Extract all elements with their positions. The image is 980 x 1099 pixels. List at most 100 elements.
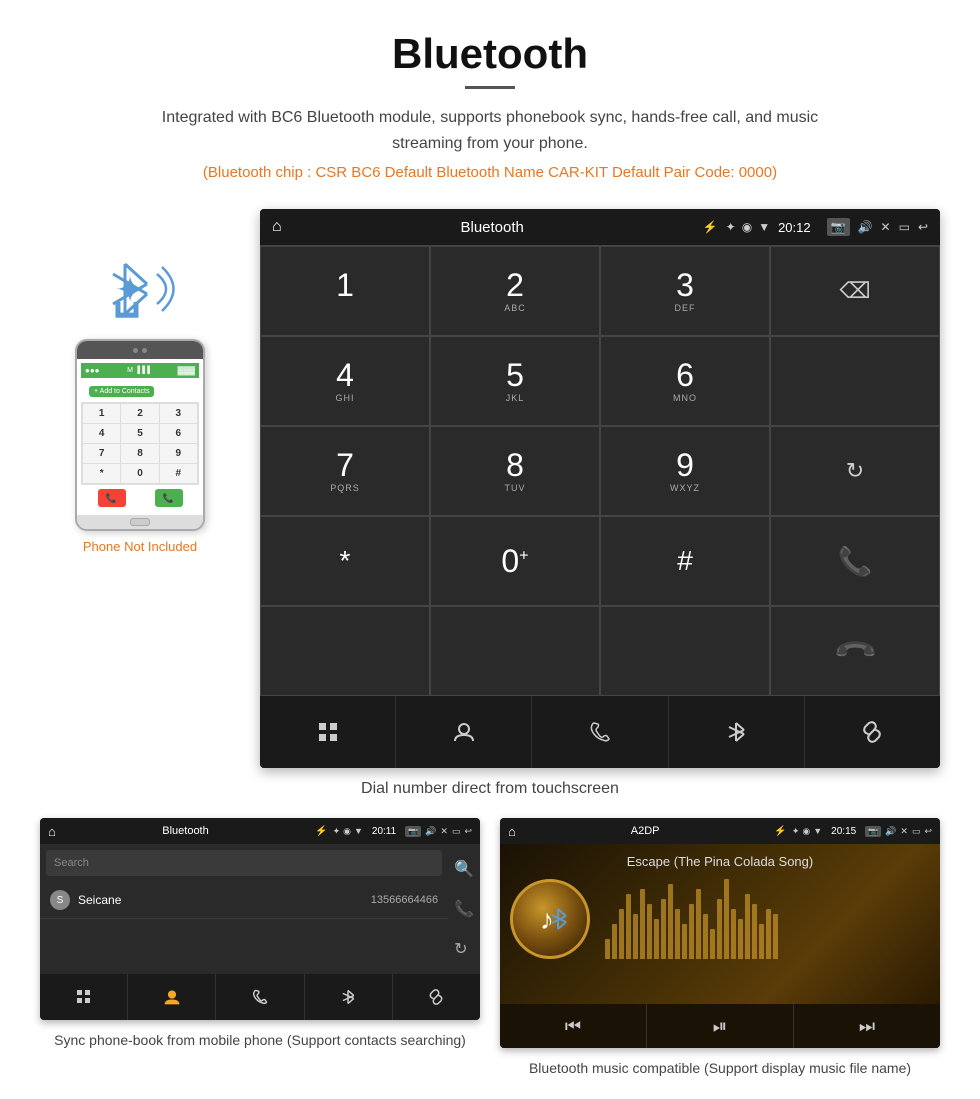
- music-content: ♪: [510, 879, 930, 959]
- bottom-row: ⌂ Bluetooth ⚡ ✦ ◉ ▼ 20:11 📷 🔊 ✕ ▭ ↩: [0, 818, 980, 1099]
- call-side-icon[interactable]: 📞: [454, 899, 474, 919]
- viz-bar: [689, 904, 694, 959]
- add-contact-button[interactable]: + Add to Contacts: [89, 386, 154, 397]
- album-art: ♪: [510, 879, 590, 959]
- prev-button[interactable]: ⏮: [500, 1004, 647, 1048]
- phone-key-7[interactable]: 7: [83, 444, 120, 463]
- left-phone-icon[interactable]: [216, 974, 304, 1020]
- search-placeholder: Search: [54, 857, 434, 869]
- left-min-icon[interactable]: ▭: [452, 826, 461, 837]
- dial-key-0[interactable]: 0+: [430, 516, 600, 606]
- dial-key-star[interactable]: *: [260, 516, 430, 606]
- dial-key-3[interactable]: 3 DEF: [600, 246, 770, 336]
- viz-bar: [738, 919, 743, 959]
- search-side-icon[interactable]: 🔍: [454, 859, 474, 879]
- song-title: Escape (The Pina Colada Song): [627, 854, 813, 869]
- left-volume-icon[interactable]: 🔊: [425, 826, 436, 837]
- contact-avatar: S: [50, 890, 70, 910]
- phone-camera: [142, 348, 147, 353]
- right-back-icon[interactable]: ↩: [924, 826, 932, 837]
- music-background: Escape (The Pina Colada Song) ♪: [500, 844, 940, 1004]
- phone-end-button[interactable]: 📞: [98, 489, 126, 507]
- right-screen-wrap: ⌂ A2DP ⚡ ✦ ◉ ▼ 20:15 📷 🔊 ✕ ▭ ↩: [500, 818, 940, 1079]
- page-subtitle: Integrated with BC6 Bluetooth module, su…: [140, 105, 840, 156]
- phone-home-button[interactable]: [130, 518, 150, 526]
- left-home-icon[interactable]: ⌂: [48, 824, 56, 839]
- left-camera-icon[interactable]: 📷: [405, 826, 421, 837]
- right-car-screen: ⌂ A2DP ⚡ ✦ ◉ ▼ 20:15 📷 🔊 ✕ ▭ ↩: [500, 818, 940, 1048]
- phone-key-hash[interactable]: #: [160, 464, 197, 483]
- play-pause-button[interactable]: ⏯: [647, 1004, 794, 1048]
- phone-key-6[interactable]: 6: [160, 424, 197, 443]
- phone-key-2[interactable]: 2: [121, 404, 158, 423]
- backspace-icon[interactable]: ⌫: [839, 278, 870, 304]
- screen-title: Bluetooth: [290, 219, 695, 236]
- bluetooth-icon[interactable]: [669, 696, 805, 768]
- viz-bar: [724, 879, 729, 959]
- dial-key-9[interactable]: 9 WXYZ: [600, 426, 770, 516]
- dial-key-8[interactable]: 8 TUV: [430, 426, 600, 516]
- next-button[interactable]: ⏭: [794, 1004, 940, 1048]
- dial-key-6[interactable]: 6 MNO: [600, 336, 770, 426]
- refresh-side-icon[interactable]: ↻: [454, 939, 474, 959]
- right-status-bar: ⌂ A2DP ⚡ ✦ ◉ ▼ 20:15 📷 🔊 ✕ ▭ ↩: [500, 818, 940, 844]
- grid-icon[interactable]: [260, 696, 396, 768]
- left-back-icon[interactable]: ↩: [464, 826, 472, 837]
- right-screen-title: A2DP: [521, 825, 770, 837]
- viz-bar: [696, 889, 701, 959]
- bluetooth-icon-area: ✦ ␣: [95, 249, 185, 329]
- link-icon[interactable]: [805, 696, 940, 768]
- home-icon[interactable]: ⌂: [272, 218, 282, 236]
- right-volume-icon[interactable]: 🔊: [885, 826, 896, 837]
- dial-empty-5a: [260, 606, 430, 696]
- right-camera-icon[interactable]: 📷: [865, 826, 881, 837]
- left-bluetooth-icon[interactable]: [305, 974, 393, 1020]
- left-contacts-icon[interactable]: [128, 974, 216, 1020]
- close-icon[interactable]: ✕: [881, 220, 891, 234]
- contacts-icon[interactable]: [396, 696, 532, 768]
- phone-key-3[interactable]: 3: [160, 404, 197, 423]
- minimize-icon[interactable]: ▭: [899, 220, 910, 234]
- left-bt-icon: ✦: [333, 826, 341, 837]
- phone-key-1[interactable]: 1: [83, 404, 120, 423]
- call-end-icon[interactable]: 📞: [831, 627, 879, 675]
- phone-key-5[interactable]: 5: [121, 424, 158, 443]
- phone-icon[interactable]: [532, 696, 668, 768]
- search-bar[interactable]: Search: [46, 850, 442, 876]
- camera-icon[interactable]: 📷: [827, 218, 850, 236]
- action-icons: 📷 🔊 ✕ ▭ ↩: [827, 218, 928, 236]
- right-close-icon[interactable]: ✕: [900, 826, 908, 837]
- refresh-icon[interactable]: ↻: [846, 458, 864, 484]
- chip-info: (Bluetooth chip : CSR BC6 Default Blueto…: [20, 164, 960, 181]
- left-grid-icon[interactable]: [40, 974, 128, 1020]
- back-icon[interactable]: ↩: [918, 220, 928, 234]
- viz-bar: [717, 899, 722, 959]
- phone-call-button[interactable]: 📞: [155, 489, 183, 507]
- volume-icon[interactable]: 🔊: [858, 220, 873, 234]
- phone-key-9[interactable]: 9: [160, 444, 197, 463]
- car-screen-large: ⌂ Bluetooth ⚡ ✦ ◉ ▼ 20:12 📷 🔊 ✕ ▭ ↩ 1 _: [260, 209, 940, 768]
- dial-key-hash[interactable]: #: [600, 516, 770, 606]
- contact-row[interactable]: S Seicane 13566664466: [40, 882, 448, 919]
- status-icons: ✦ ◉ ▼: [726, 220, 770, 234]
- dial-key-4[interactable]: 4 GHI: [260, 336, 430, 426]
- phone-key-0[interactable]: 0: [121, 464, 158, 483]
- phone-battery-icon: ▓▓▓: [178, 366, 196, 375]
- phone-key-star[interactable]: *: [83, 464, 120, 483]
- right-min-icon[interactable]: ▭: [912, 826, 921, 837]
- phone-key-8[interactable]: 8: [121, 444, 158, 463]
- contact-name: Seicane: [78, 893, 371, 907]
- clock-display: 20:12: [778, 220, 811, 235]
- dial-key-5[interactable]: 5 JKL: [430, 336, 600, 426]
- dial-key-7[interactable]: 7 PQRS: [260, 426, 430, 516]
- left-link-icon[interactable]: [393, 974, 480, 1020]
- call-green-icon[interactable]: 📞: [838, 545, 873, 578]
- right-home-icon[interactable]: ⌂: [508, 824, 516, 839]
- right-usb-icon: ⚡: [774, 826, 786, 837]
- left-status-icons: ✦ ◉ ▼: [333, 826, 363, 837]
- dial-key-1[interactable]: 1 _: [260, 246, 430, 336]
- phone-key-4[interactable]: 4: [83, 424, 120, 443]
- dial-key-2[interactable]: 2 ABC: [430, 246, 600, 336]
- phone-speaker: [133, 348, 138, 353]
- left-close-icon[interactable]: ✕: [440, 826, 448, 837]
